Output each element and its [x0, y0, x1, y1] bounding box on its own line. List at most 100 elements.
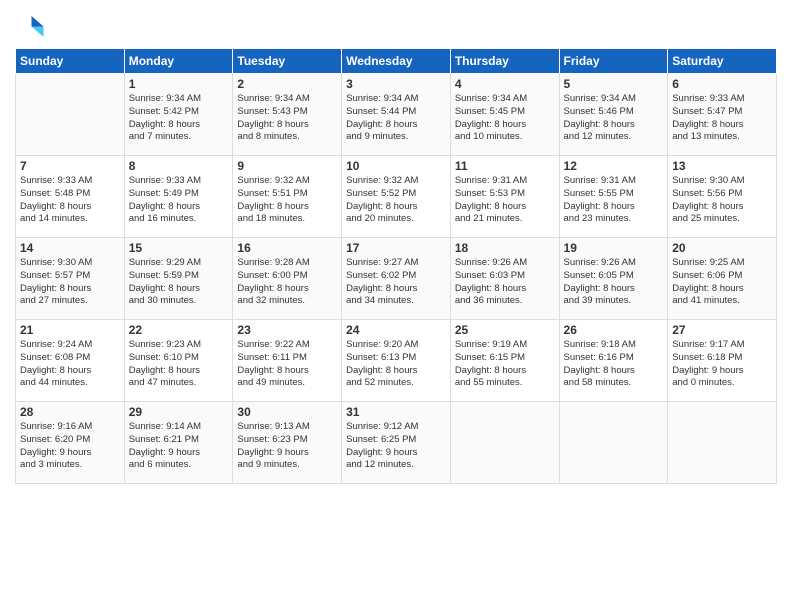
day-info: Sunrise: 9:26 AM Sunset: 6:03 PM Dayligh… [455, 257, 555, 308]
logo [15, 10, 47, 40]
day-info: Sunrise: 9:33 AM Sunset: 5:47 PM Dayligh… [672, 93, 772, 144]
calendar-cell: 21Sunrise: 9:24 AM Sunset: 6:08 PM Dayli… [16, 320, 125, 402]
day-info: Sunrise: 9:16 AM Sunset: 6:20 PM Dayligh… [20, 421, 120, 472]
calendar-cell [450, 402, 559, 484]
calendar-cell: 11Sunrise: 9:31 AM Sunset: 5:53 PM Dayli… [450, 156, 559, 238]
calendar-cell: 5 Sunrise: 9:34 AM Sunset: 5:46 PM Daylig… [559, 74, 668, 156]
calendar-cell: 15 Sunrise: 9:29 AM Sunset: 5:59 PM Dayli… [124, 238, 233, 320]
week-row-3: 14Sunrise: 9:30 AM Sunset: 5:57 PM Dayli… [16, 238, 777, 320]
header [15, 10, 777, 40]
calendar-cell [559, 402, 668, 484]
day-number: 8 [129, 159, 229, 173]
day-info: Sunrise: 9:25 AM Sunset: 6:06 PM Dayligh… [672, 257, 772, 308]
calendar-cell: 9Sunrise: 9:32 AM Sunset: 5:51 PM Daylig… [233, 156, 342, 238]
day-info: Sunrise: 9:14 AM Sunset: 6:21 PM Dayligh… [129, 421, 229, 472]
day-number: 6 [672, 77, 772, 91]
day-number: 29 [129, 405, 229, 419]
col-header-thursday: Thursday [450, 49, 559, 74]
calendar-cell: 6 Sunrise: 9:33 AM Sunset: 5:47 PM Daylig… [668, 74, 777, 156]
day-info: Sunrise: 9:34 AM Sunset: 5:43 PM Dayligh… [237, 93, 337, 144]
day-number: 11 [455, 159, 555, 173]
day-number: 27 [672, 323, 772, 337]
day-info: Sunrise: 9:28 AM Sunset: 6:00 PM Dayligh… [237, 257, 337, 308]
day-info: Sunrise: 9:33 AM Sunset: 5:49 PM Dayligh… [129, 175, 229, 226]
week-row-5: 28 Sunrise: 9:16 AM Sunset: 6:20 PM Dayli… [16, 402, 777, 484]
day-info: Sunrise: 9:31 AM Sunset: 5:55 PM Dayligh… [564, 175, 664, 226]
day-number: 22 [129, 323, 229, 337]
day-number: 21 [20, 323, 120, 337]
calendar-cell: 20 Sunrise: 9:25 AM Sunset: 6:06 PM Dayli… [668, 238, 777, 320]
calendar-cell: 30Sunrise: 9:13 AM Sunset: 6:23 PM Dayli… [233, 402, 342, 484]
day-number: 14 [20, 241, 120, 255]
calendar-cell: 19Sunrise: 9:26 AM Sunset: 6:05 PM Dayli… [559, 238, 668, 320]
calendar-cell: 24Sunrise: 9:20 AM Sunset: 6:13 PM Dayli… [342, 320, 451, 402]
day-number: 26 [564, 323, 664, 337]
calendar-cell: 17 Sunrise: 9:27 AM Sunset: 6:02 PM Dayli… [342, 238, 451, 320]
calendar-cell: 16 Sunrise: 9:28 AM Sunset: 6:00 PM Dayli… [233, 238, 342, 320]
calendar-cell: 18 Sunrise: 9:26 AM Sunset: 6:03 PM Dayli… [450, 238, 559, 320]
day-number: 7 [20, 159, 120, 173]
day-info: Sunrise: 9:18 AM Sunset: 6:16 PM Dayligh… [564, 339, 664, 390]
day-info: Sunrise: 9:34 AM Sunset: 5:46 PM Dayligh… [564, 93, 664, 144]
day-number: 31 [346, 405, 446, 419]
calendar-cell: 1Sunrise: 9:34 AM Sunset: 5:42 PM Daylig… [124, 74, 233, 156]
day-number: 15 [129, 241, 229, 255]
day-number: 20 [672, 241, 772, 255]
day-info: Sunrise: 9:17 AM Sunset: 6:18 PM Dayligh… [672, 339, 772, 390]
calendar-cell: 28 Sunrise: 9:16 AM Sunset: 6:20 PM Dayli… [16, 402, 125, 484]
calendar-cell: 2 Sunrise: 9:34 AM Sunset: 5:43 PM Daylig… [233, 74, 342, 156]
logo-icon [15, 10, 45, 40]
col-header-tuesday: Tuesday [233, 49, 342, 74]
day-info: Sunrise: 9:12 AM Sunset: 6:25 PM Dayligh… [346, 421, 446, 472]
calendar-table: SundayMondayTuesdayWednesdayThursdayFrid… [15, 48, 777, 484]
header-row: SundayMondayTuesdayWednesdayThursdayFrid… [16, 49, 777, 74]
calendar-cell: 14Sunrise: 9:30 AM Sunset: 5:57 PM Dayli… [16, 238, 125, 320]
week-row-2: 7 Sunrise: 9:33 AM Sunset: 5:48 PM Daylig… [16, 156, 777, 238]
day-info: Sunrise: 9:29 AM Sunset: 5:59 PM Dayligh… [129, 257, 229, 308]
day-info: Sunrise: 9:34 AM Sunset: 5:44 PM Dayligh… [346, 93, 446, 144]
calendar-body: 1Sunrise: 9:34 AM Sunset: 5:42 PM Daylig… [16, 74, 777, 484]
day-info: Sunrise: 9:27 AM Sunset: 6:02 PM Dayligh… [346, 257, 446, 308]
day-number: 3 [346, 77, 446, 91]
day-info: Sunrise: 9:26 AM Sunset: 6:05 PM Dayligh… [564, 257, 664, 308]
day-number: 4 [455, 77, 555, 91]
day-info: Sunrise: 9:32 AM Sunset: 5:52 PM Dayligh… [346, 175, 446, 226]
day-number: 2 [237, 77, 337, 91]
day-number: 16 [237, 241, 337, 255]
page: SundayMondayTuesdayWednesdayThursdayFrid… [0, 0, 792, 612]
day-number: 10 [346, 159, 446, 173]
day-number: 9 [237, 159, 337, 173]
day-number: 30 [237, 405, 337, 419]
day-number: 13 [672, 159, 772, 173]
day-number: 1 [129, 77, 229, 91]
col-header-monday: Monday [124, 49, 233, 74]
calendar-cell: 13Sunrise: 9:30 AM Sunset: 5:56 PM Dayli… [668, 156, 777, 238]
calendar-cell: 31 Sunrise: 9:12 AM Sunset: 6:25 PM Dayli… [342, 402, 451, 484]
day-number: 17 [346, 241, 446, 255]
day-info: Sunrise: 9:23 AM Sunset: 6:10 PM Dayligh… [129, 339, 229, 390]
day-number: 28 [20, 405, 120, 419]
col-header-saturday: Saturday [668, 49, 777, 74]
calendar-cell: 23 Sunrise: 9:22 AM Sunset: 6:11 PM Dayli… [233, 320, 342, 402]
day-number: 25 [455, 323, 555, 337]
day-number: 18 [455, 241, 555, 255]
week-row-1: 1Sunrise: 9:34 AM Sunset: 5:42 PM Daylig… [16, 74, 777, 156]
calendar-cell: 4 Sunrise: 9:34 AM Sunset: 5:45 PM Daylig… [450, 74, 559, 156]
calendar-cell: 12 Sunrise: 9:31 AM Sunset: 5:55 PM Dayli… [559, 156, 668, 238]
day-number: 23 [237, 323, 337, 337]
day-info: Sunrise: 9:34 AM Sunset: 5:45 PM Dayligh… [455, 93, 555, 144]
calendar-cell: 25 Sunrise: 9:19 AM Sunset: 6:15 PM Dayli… [450, 320, 559, 402]
day-info: Sunrise: 9:22 AM Sunset: 6:11 PM Dayligh… [237, 339, 337, 390]
col-header-sunday: Sunday [16, 49, 125, 74]
day-info: Sunrise: 9:33 AM Sunset: 5:48 PM Dayligh… [20, 175, 120, 226]
col-header-friday: Friday [559, 49, 668, 74]
calendar-cell: 26 Sunrise: 9:18 AM Sunset: 6:16 PM Dayli… [559, 320, 668, 402]
day-info: Sunrise: 9:19 AM Sunset: 6:15 PM Dayligh… [455, 339, 555, 390]
col-header-wednesday: Wednesday [342, 49, 451, 74]
calendar-cell: 8 Sunrise: 9:33 AM Sunset: 5:49 PM Daylig… [124, 156, 233, 238]
day-number: 12 [564, 159, 664, 173]
calendar-header: SundayMondayTuesdayWednesdayThursdayFrid… [16, 49, 777, 74]
calendar-cell: 27 Sunrise: 9:17 AM Sunset: 6:18 PM Dayli… [668, 320, 777, 402]
day-number: 5 [564, 77, 664, 91]
calendar-cell [668, 402, 777, 484]
